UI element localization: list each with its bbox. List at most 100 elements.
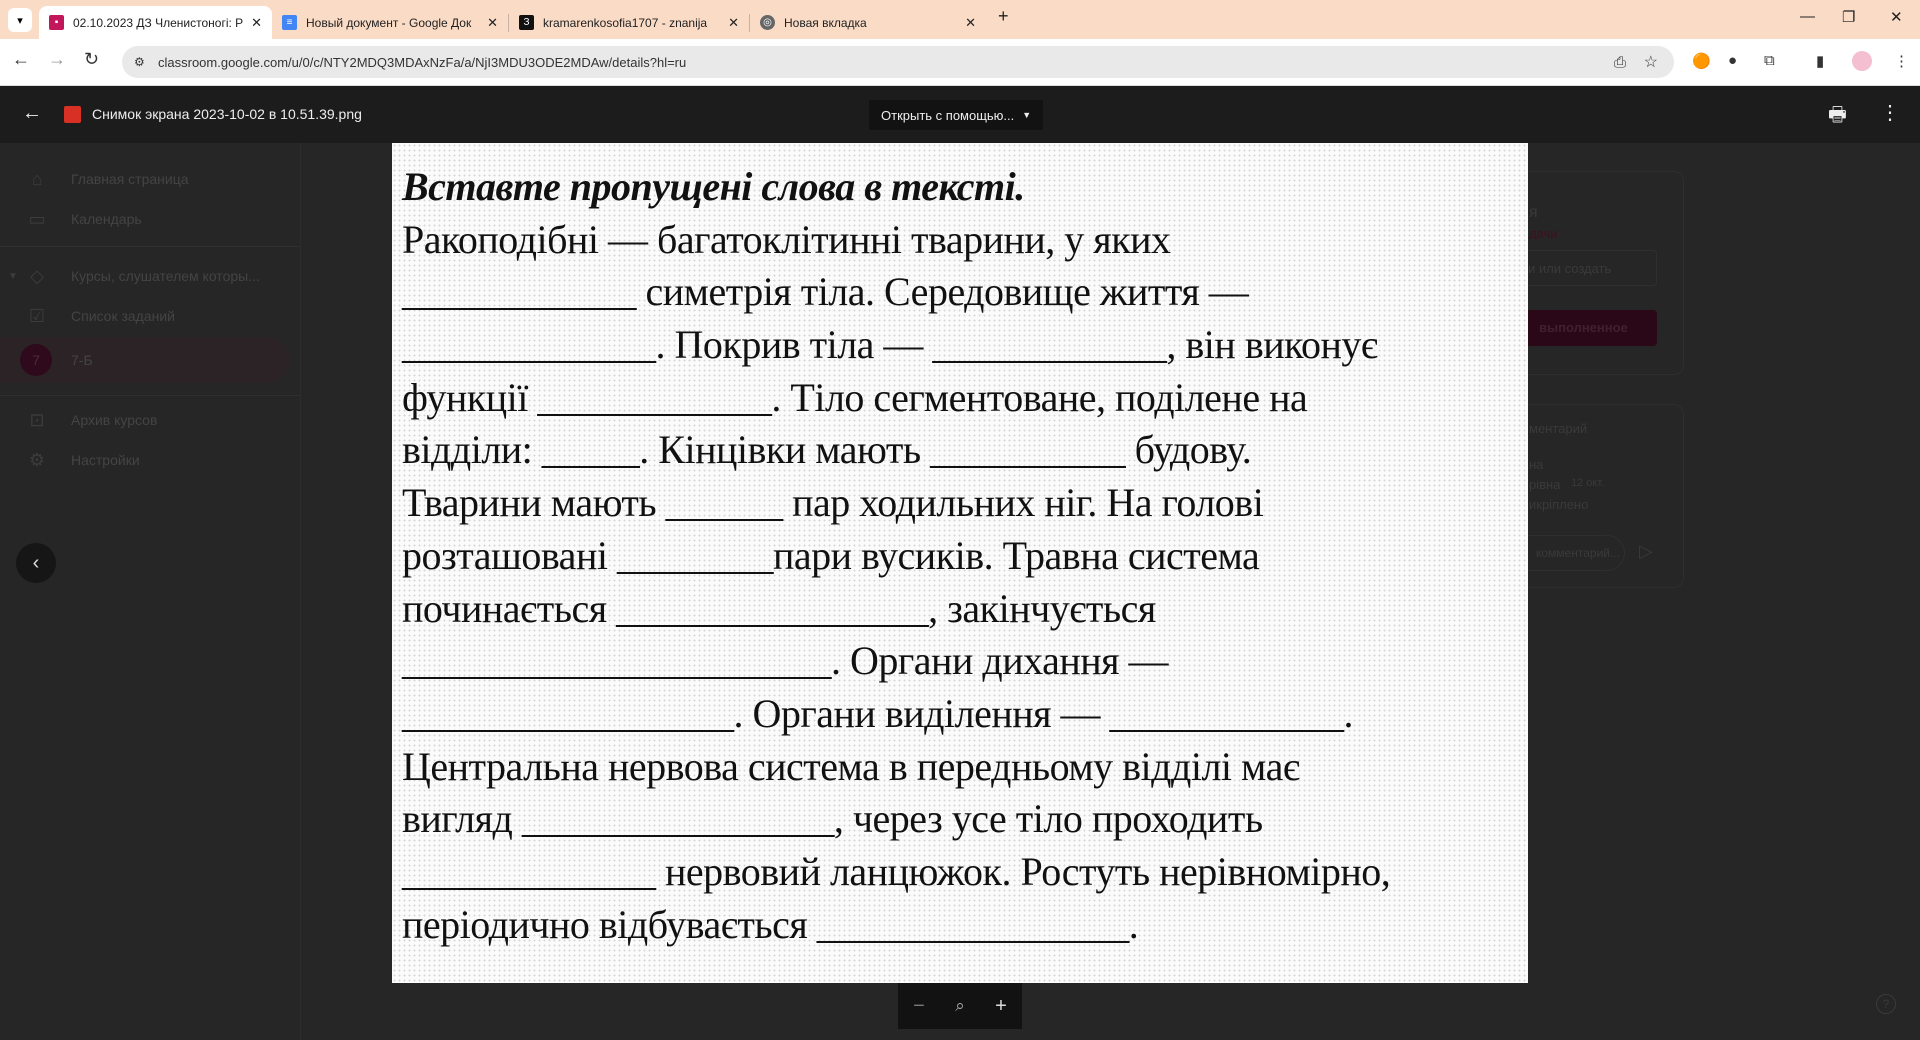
- calendar-icon: ▭: [28, 208, 46, 229]
- url-field[interactable]: ⚙ classroom.google.com/u/0/c/NTY2MDQ3MDA…: [122, 46, 1674, 78]
- browser-menu-icon[interactable]: ⋮: [1894, 52, 1909, 70]
- forward-icon[interactable]: →: [48, 49, 66, 70]
- mark-done-label: выполненное: [1539, 320, 1628, 335]
- sidebar-item-label: Курсы, слушателем которы...: [71, 268, 260, 284]
- open-with-button[interactable]: Открыть с помощью... ▼: [869, 100, 1044, 130]
- side-panel-icon[interactable]: ▮: [1816, 52, 1824, 70]
- add-create-label: и или создать: [1528, 261, 1612, 276]
- status-text: дачи: [1529, 226, 1558, 241]
- archive-icon: ⊡: [29, 409, 45, 430]
- znanija-icon: З: [519, 15, 534, 30]
- bookmark-star-icon[interactable]: ☆: [1644, 52, 1658, 72]
- sidebar-item-label: Список заданий: [71, 308, 176, 324]
- zoom-in-button[interactable]: +: [995, 995, 1007, 1018]
- sidebar-item-todo[interactable]: ☑ Список заданий: [0, 296, 290, 336]
- sidebar-item-label: Календарь: [71, 211, 142, 227]
- tab-title: 02.10.2023 ДЗ Членистоногі: Р: [73, 15, 244, 30]
- sidebar-item-settings[interactable]: ⚙ Настройки: [0, 440, 290, 480]
- sidebar-item-archive[interactable]: ⊡ Архив курсов: [0, 400, 290, 440]
- text-line: починається ________________, закінчуєть…: [402, 585, 1156, 631]
- help-icon[interactable]: ?: [1876, 994, 1896, 1014]
- close-tab-icon[interactable]: ✕: [487, 15, 498, 31]
- text-line: періодично відбувається ________________…: [402, 901, 1139, 947]
- sidebar-item-home[interactable]: ⌂ Главная страница: [0, 159, 290, 199]
- extensions-puzzle-icon[interactable]: ⧉: [1764, 52, 1775, 69]
- extension-avatar-icon[interactable]: 🟠: [1692, 52, 1711, 70]
- school-icon: ◇: [30, 265, 44, 286]
- dropdown-arrow-icon: ▼: [1022, 110, 1032, 120]
- zoom-out-button[interactable]: −: [913, 995, 925, 1018]
- comments-heading: ментарий: [1529, 421, 1588, 436]
- address-toolbar: ← → ↻ ⚙ classroom.google.com/u/0/c/NTY2M…: [0, 39, 1920, 86]
- task-list-icon: ☑: [28, 305, 46, 326]
- tab-new[interactable]: ◎ Новая вкладка ✕: [750, 6, 986, 39]
- print-icon[interactable]: 🖶: [1828, 100, 1847, 134]
- sidebar-item-enrolled[interactable]: ▼ ◇ Курсы, слушателем которы...: [0, 256, 290, 296]
- text-line: функції ____________. Тіло сегментоване,…: [402, 374, 1308, 420]
- sidebar-item-calendar[interactable]: ▭ Календарь: [0, 199, 290, 239]
- settings-icon: ⚙: [28, 449, 46, 470]
- close-viewer-back-icon[interactable]: ←: [22, 102, 42, 125]
- comment-text: икріплено: [1529, 497, 1589, 512]
- image-preview: Вставте пропущені слова в тексті. Ракопо…: [392, 143, 1528, 983]
- sidebar-item-label: Главная страница: [71, 171, 189, 187]
- text-line: розташовані ________пари вусиків. Травна…: [402, 532, 1260, 578]
- text-line: ______________________. Органи дихання —: [402, 638, 1169, 684]
- close-tab-icon[interactable]: ✕: [728, 15, 739, 31]
- minimize-icon[interactable]: —: [1800, 8, 1815, 25]
- class-avatar: 7: [20, 344, 52, 376]
- sidebar-item-label: Архив курсов: [71, 412, 158, 428]
- extension-g-icon[interactable]: ●: [1728, 52, 1737, 69]
- comment-date: 12 окт.: [1571, 477, 1605, 489]
- reload-icon[interactable]: ↻: [84, 49, 99, 70]
- file-viewer-header: ← Снимок экрана 2023-10-02 в 10.51.39.pn…: [0, 86, 1920, 143]
- comment-author: рівна: [1529, 477, 1561, 492]
- divider: [0, 246, 301, 247]
- sidebar-item-class[interactable]: 7 7-Б: [0, 337, 290, 383]
- more-options-icon[interactable]: ⋮: [1880, 100, 1900, 125]
- sidebar: ⌂ Главная страница ▭ Календарь ▼ ◇ Курсы, сл…: [0, 143, 301, 1040]
- install-app-icon[interactable]: ⎙: [1614, 54, 1626, 71]
- zoom-reset-icon[interactable]: ⌕: [955, 996, 965, 1016]
- close-tab-icon[interactable]: ✕: [251, 15, 262, 31]
- text-line: вигляд ________________, через усе тіло …: [402, 796, 1263, 842]
- docs-icon: ≡: [282, 15, 297, 30]
- open-with-label: Открыть с помощью...: [881, 107, 1015, 123]
- tab-title: Новая вкладка: [784, 15, 867, 30]
- classroom-icon: ▪: [49, 15, 64, 30]
- url-text: classroom.google.com/u/0/c/NTY2MDQ3MDAxN…: [158, 54, 687, 70]
- text-line: Ракоподібні — багатоклітинні тварини, у …: [402, 216, 1171, 262]
- comment-placeholder: комментарий...: [1536, 546, 1620, 560]
- tab-title: Новый документ - Google Док: [306, 15, 472, 30]
- sidebar-item-label: Настройки: [71, 452, 140, 468]
- text-line: ____________ симетрія тіла. Середовище ж…: [402, 269, 1249, 315]
- tab-znanija[interactable]: З kramarenkosofia1707 - znanija ✕: [509, 6, 749, 39]
- card-title: я: [1529, 204, 1538, 221]
- collapse-arrow-icon[interactable]: ▼: [8, 271, 18, 282]
- exercise-title: Вставте пропущені слова в тексті.: [402, 164, 1025, 209]
- collapse-panel-button[interactable]: ‹: [16, 543, 56, 583]
- text-line: відділи: _____. Кінцівки мають _________…: [402, 427, 1252, 473]
- back-icon[interactable]: ←: [12, 49, 30, 70]
- close-window-icon[interactable]: ✕: [1890, 8, 1903, 26]
- new-tab-button[interactable]: +: [998, 6, 1009, 27]
- tab-title: kramarenkosofia1707 - znanija: [543, 15, 708, 30]
- file-name: Снимок экрана 2023-10-02 в 10.51.39.png: [92, 106, 362, 122]
- send-icon[interactable]: ▷: [1639, 541, 1653, 562]
- image-file-icon: [64, 106, 81, 123]
- profile-avatar[interactable]: [1852, 51, 1872, 71]
- close-tab-icon[interactable]: ✕: [965, 15, 976, 31]
- home-icon: ⌂: [31, 168, 43, 189]
- divider: [0, 395, 301, 396]
- tab-docs[interactable]: ≡ Новый документ - Google Док ✕: [272, 6, 508, 39]
- tab-classroom[interactable]: ▪ 02.10.2023 ДЗ Членистоногі: Р ✕: [39, 6, 272, 39]
- text-line: Тварини мають ______ пар ходильних ніг. …: [402, 480, 1264, 526]
- text-line: _____________. Покрив тіла — ___________…: [402, 322, 1378, 368]
- restore-icon[interactable]: ❐: [1842, 8, 1855, 26]
- text-line: _____________ нервовий ланцюжок. Ростуть…: [402, 848, 1391, 894]
- site-settings-icon[interactable]: ⚙: [134, 55, 145, 69]
- sidebar-item-label: 7-Б: [71, 352, 93, 368]
- tab-search-button[interactable]: ▾: [8, 8, 32, 32]
- browser-tab-bar: ▾ ▪ 02.10.2023 ДЗ Членистоногі: Р ✕ ≡ Но…: [0, 0, 1920, 39]
- comment-author: на: [1529, 457, 1544, 472]
